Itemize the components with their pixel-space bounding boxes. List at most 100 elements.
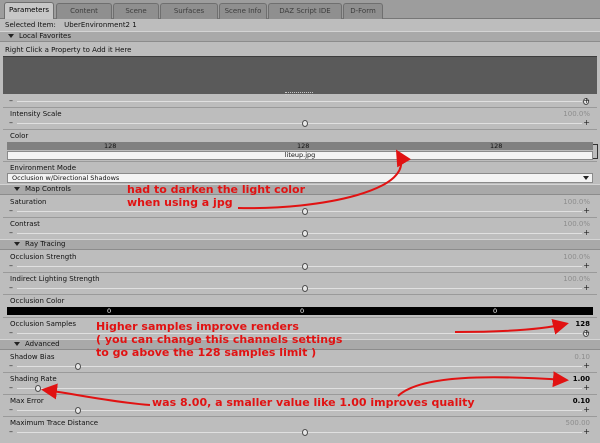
decrement-icon[interactable]: – xyxy=(9,362,13,370)
tab-content[interactable]: Content xyxy=(56,3,112,19)
selected-item-label: Selected Item: xyxy=(5,21,56,29)
environment-mode-label: Environment Mode xyxy=(10,164,76,172)
advanced-title: Advanced xyxy=(25,340,60,348)
parameters-panel: Parameters Content Scene Surfaces Scene … xyxy=(0,0,600,443)
shading-rate-track[interactable] xyxy=(17,388,582,389)
local-favorites-title: Local Favorites xyxy=(19,32,71,40)
map-controls-title: Map Controls xyxy=(25,185,71,193)
indirect-lighting-strength-label: Indirect Lighting Strength xyxy=(10,275,100,283)
increment-icon[interactable]: + xyxy=(583,262,590,270)
occlusion-strength-value[interactable]: 100.0% xyxy=(563,253,590,261)
decrement-icon[interactable]: – xyxy=(9,329,13,337)
shading-rate-value[interactable]: 1.00 xyxy=(573,375,590,383)
shadow-bias-track[interactable] xyxy=(17,366,582,367)
shadow-bias-value[interactable]: 0.10 xyxy=(574,353,590,361)
environment-mode-value: Occlusion w/Directional Shadows xyxy=(12,174,120,182)
slider-track[interactable] xyxy=(17,101,582,102)
color-label: Color xyxy=(10,132,29,140)
max-error-value[interactable]: 0.10 xyxy=(573,397,590,405)
collapse-triangle-icon xyxy=(14,342,20,346)
contrast-knob[interactable] xyxy=(302,230,308,237)
indirect-lighting-track[interactable] xyxy=(17,288,582,289)
selected-item: Selected Item: UberEnvironment2 1 xyxy=(0,21,600,29)
shading-rate-knob[interactable] xyxy=(35,385,41,392)
max-trace-distance-track[interactable] xyxy=(17,432,582,433)
color-swatch[interactable]: 128 128 128 xyxy=(7,142,593,150)
increment-icon[interactable]: + xyxy=(583,229,590,237)
favorites-hint: Right Click a Property to Add it Here xyxy=(5,46,132,54)
max-error-track[interactable] xyxy=(17,410,582,411)
color-map-file[interactable]: liteup.jpg xyxy=(7,151,593,160)
decrement-icon[interactable]: – xyxy=(9,428,13,436)
increment-icon[interactable]: + xyxy=(583,406,590,414)
selected-item-value: UberEnvironment2 1 xyxy=(64,21,137,29)
occlusion-color-label: Occlusion Color xyxy=(10,297,65,305)
tab-daz-script-ide[interactable]: DAZ Script IDE xyxy=(268,3,342,19)
contrast-track[interactable] xyxy=(17,233,582,234)
local-favorites-header[interactable]: Local Favorites xyxy=(0,31,600,42)
increment-icon[interactable]: + xyxy=(583,284,590,292)
decrement-icon[interactable]: – xyxy=(9,262,13,270)
occlusion-samples-value[interactable]: 128 xyxy=(575,320,590,328)
decrement-icon[interactable]: – xyxy=(9,229,13,237)
decrement-icon[interactable]: – xyxy=(9,406,13,414)
arrow-shading-knob xyxy=(41,383,151,406)
increment-icon[interactable]: + xyxy=(583,207,590,215)
occlusion-strength-knob[interactable] xyxy=(302,263,308,270)
shadow-bias-knob[interactable] xyxy=(75,363,81,370)
intensity-scale-knob[interactable] xyxy=(302,120,308,127)
occlusion-color-g: 0 xyxy=(300,307,305,315)
collapse-triangle-icon xyxy=(14,187,20,191)
tab-scene-info[interactable]: Scene Info xyxy=(219,3,267,19)
annotation-shading-rate: was 8.00, a smaller value like 1.00 impr… xyxy=(152,396,475,409)
divider xyxy=(3,161,597,162)
tab-scene[interactable]: Scene xyxy=(113,3,159,19)
divider xyxy=(3,317,597,318)
intensity-scale-track[interactable] xyxy=(17,123,582,124)
annotation-samples-line1: Higher samples improve renders xyxy=(96,320,299,333)
favorites-drop-area[interactable] xyxy=(3,56,597,94)
increment-icon[interactable]: + xyxy=(583,329,590,337)
environment-mode-select[interactable]: Occlusion w/Directional Shadows xyxy=(7,173,593,183)
saturation-track[interactable] xyxy=(17,211,582,212)
annotation-samples-line3: to go above the 128 samples limit ) xyxy=(96,346,317,359)
max-trace-distance-value[interactable]: 500.00 xyxy=(566,419,591,427)
occlusion-strength-label: Occlusion Strength xyxy=(10,253,77,261)
increment-icon[interactable]: + xyxy=(583,362,590,370)
decrement-icon[interactable]: – xyxy=(9,384,13,392)
decrement-icon[interactable]: – xyxy=(9,284,13,292)
increment-icon[interactable]: + xyxy=(583,97,590,105)
indirect-lighting-knob[interactable] xyxy=(302,285,308,292)
color-r: 128 xyxy=(104,142,117,150)
occlusion-strength-track[interactable] xyxy=(17,266,582,267)
max-trace-distance-label: Maximum Trace Distance xyxy=(10,419,99,427)
decrement-icon[interactable]: – xyxy=(9,207,13,215)
increment-icon[interactable]: + xyxy=(583,119,590,127)
max-error-knob[interactable] xyxy=(75,407,81,414)
divider xyxy=(3,129,597,130)
occlusion-color-r: 0 xyxy=(107,307,112,315)
tab-parameters[interactable]: Parameters xyxy=(4,2,54,19)
saturation-knob[interactable] xyxy=(302,208,308,215)
resize-grip-icon[interactable] xyxy=(285,92,313,95)
increment-icon[interactable]: + xyxy=(583,384,590,392)
annotation-color-line1: had to darken the light color xyxy=(127,183,306,196)
divider xyxy=(3,394,597,395)
saturation-value[interactable]: 100.0% xyxy=(563,198,590,206)
increment-icon[interactable]: + xyxy=(583,428,590,436)
occlusion-samples-label: Occlusion Samples xyxy=(10,320,77,328)
max-trace-distance-knob[interactable] xyxy=(302,429,308,436)
arrow-samples-note xyxy=(454,319,569,335)
ray-tracing-header[interactable]: Ray Tracing xyxy=(0,239,600,250)
annotation-samples-line2: ( you can change this channels settings xyxy=(96,333,343,346)
indirect-lighting-strength-value[interactable]: 100.0% xyxy=(563,275,590,283)
annotation-color-line2: when using a jpg xyxy=(127,196,233,209)
contrast-value[interactable]: 100.0% xyxy=(563,220,590,228)
decrement-icon[interactable]: – xyxy=(9,97,13,105)
tab-surfaces[interactable]: Surfaces xyxy=(160,3,218,19)
tab-d-form[interactable]: D-Form xyxy=(343,3,383,19)
decrement-icon[interactable]: – xyxy=(9,119,13,127)
intensity-scale-value[interactable]: 100.0% xyxy=(563,110,590,118)
tab-bar: Parameters Content Scene Surfaces Scene … xyxy=(0,0,600,19)
occlusion-color-swatch[interactable]: 0 0 0 xyxy=(7,307,593,315)
